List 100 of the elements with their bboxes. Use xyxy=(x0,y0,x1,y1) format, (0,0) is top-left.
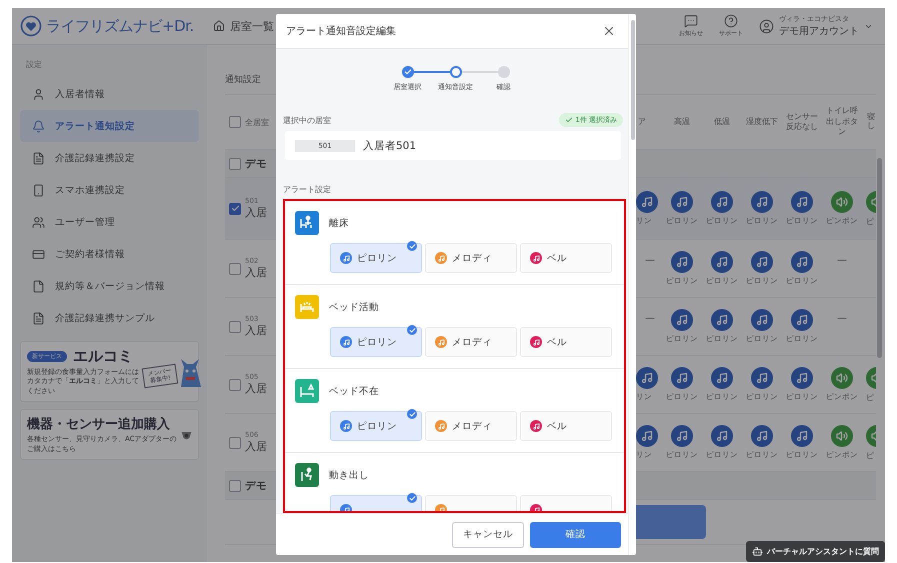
music-note-icon xyxy=(711,425,733,447)
person-icon xyxy=(32,88,45,100)
assistant-button[interactable]: バーチャルアシスタントに質問 xyxy=(746,541,885,562)
empty-value: — xyxy=(837,313,847,326)
resident-name: 入居者501 xyxy=(363,138,416,152)
alert-title: ベッド不在 xyxy=(329,384,379,398)
column-header: ア xyxy=(637,116,647,128)
music-note-icon xyxy=(751,191,773,213)
check-icon xyxy=(230,204,240,213)
sound-option[interactable]: ベル xyxy=(520,327,612,357)
music-note-icon xyxy=(671,309,693,331)
sound-option[interactable]: ピロリン xyxy=(330,327,422,357)
music-note-icon xyxy=(751,251,773,273)
row-checkbox[interactable] xyxy=(229,320,241,332)
sound-option[interactable]: メロディ xyxy=(425,327,517,357)
sound-option[interactable]: メロディ xyxy=(425,243,517,273)
column-header: 高温 xyxy=(673,116,691,128)
sidebar-item[interactable]: アラート通知設定 xyxy=(20,110,199,142)
check-badge xyxy=(407,493,417,503)
sound-label: ピ xyxy=(866,450,874,460)
music-note-icon xyxy=(791,425,813,447)
music-note-icon xyxy=(751,309,773,331)
speaker-icon xyxy=(831,367,853,389)
sound-option[interactable]: ピロリン xyxy=(330,243,422,273)
section-label: 選択中の居室 xyxy=(283,114,331,126)
sound-option[interactable]: ピロリン xyxy=(330,411,422,441)
group-checkbox[interactable]: デモ xyxy=(225,478,275,492)
column-header: 湿度低下 xyxy=(745,116,779,128)
column-header: 低温 xyxy=(713,116,731,128)
music-note-icon xyxy=(751,425,773,447)
person-bed-icon xyxy=(299,215,315,231)
music-note-icon xyxy=(751,367,773,389)
confirm-button[interactable]: 確認 xyxy=(530,522,621,548)
resident-name: 入居 xyxy=(245,439,267,454)
check-badge xyxy=(407,409,417,419)
home-icon xyxy=(213,20,225,32)
row-checkbox[interactable] xyxy=(229,378,241,390)
sidebar-item[interactable]: ご契約者様情報 xyxy=(20,238,199,270)
resident-name: 入居 xyxy=(245,381,267,396)
check-icon xyxy=(565,116,574,124)
sound-option[interactable]: メロディ xyxy=(425,411,517,441)
resident-name: 入居 xyxy=(245,265,267,280)
close-button[interactable] xyxy=(602,24,616,38)
music-note-icon xyxy=(791,367,813,389)
music-note-icon xyxy=(711,251,733,273)
music-note-icon xyxy=(671,191,693,213)
speaker-icon xyxy=(831,191,853,213)
document-icon xyxy=(32,152,45,164)
check-badge xyxy=(407,241,417,251)
robot-icon xyxy=(752,546,763,557)
promo-title: エルコミ xyxy=(73,347,133,366)
sidebar-item[interactable]: 介護記録連携設定 xyxy=(20,142,199,174)
section-label: 設定 xyxy=(25,59,43,70)
person-rising-icon xyxy=(299,467,315,483)
bell-icon xyxy=(32,120,45,132)
resident-name: 入居 xyxy=(245,323,267,338)
smartphone-icon xyxy=(32,184,45,196)
alert-title: 離床 xyxy=(329,216,349,230)
row-checkbox[interactable] xyxy=(229,262,241,274)
select-all-checkbox[interactable]: 全居室 xyxy=(225,116,275,128)
music-note-icon xyxy=(671,367,693,389)
sidebar-item[interactable]: 介護記録連携サンプル xyxy=(20,302,199,334)
sound-label: ピ xyxy=(866,392,874,402)
promo-title: 機器・センサー追加購入 xyxy=(27,416,171,434)
column-header: 寝し xyxy=(867,113,875,131)
user-circle-icon xyxy=(759,18,774,34)
music-note-icon xyxy=(671,251,693,273)
music-note-icon xyxy=(671,425,693,447)
music-note-icon xyxy=(711,367,733,389)
sidebar-item[interactable]: ユーザー管理 xyxy=(20,206,199,238)
app-logo-text: ライフリズムナビ+Dr. xyxy=(46,16,194,36)
cancel-button[interactable]: キャンセル xyxy=(452,522,524,548)
sidebar-item[interactable]: スマホ連携設定 xyxy=(20,174,199,206)
empty-value: — xyxy=(645,255,655,268)
file-icon xyxy=(32,280,45,292)
alert-title: ベッド活動 xyxy=(329,300,379,314)
help-icon xyxy=(724,14,738,28)
music-note-icon xyxy=(791,251,813,273)
sidebar-item[interactable]: 規約等＆バージョン情報 xyxy=(20,270,199,302)
music-note-icon xyxy=(791,191,813,213)
empty-value: — xyxy=(645,313,655,326)
check-badge xyxy=(407,325,417,335)
row-checkbox[interactable] xyxy=(229,436,241,448)
row-checkbox[interactable] xyxy=(229,202,241,214)
nav-link[interactable]: 居室一覧 xyxy=(207,14,280,38)
alert-title: 動き出し xyxy=(329,468,369,482)
music-note-icon xyxy=(711,309,733,331)
chat-icon xyxy=(684,14,698,28)
group-checkbox[interactable]: デモ xyxy=(225,156,275,170)
scrollbar[interactable] xyxy=(628,14,636,555)
column-header: トイレ呼出しボタン xyxy=(825,106,859,138)
sound-option[interactable]: ベル xyxy=(520,411,612,441)
sidebar-item[interactable]: 入居者情報 xyxy=(20,78,199,110)
bed-activity-icon xyxy=(299,299,315,315)
dialog-title: アラート通知音設定編集 xyxy=(286,24,396,38)
speaker-icon xyxy=(831,425,853,447)
document-icon xyxy=(32,312,45,324)
sound-option[interactable]: ベル xyxy=(520,243,612,273)
users-icon xyxy=(32,216,45,228)
close-icon xyxy=(602,24,616,38)
